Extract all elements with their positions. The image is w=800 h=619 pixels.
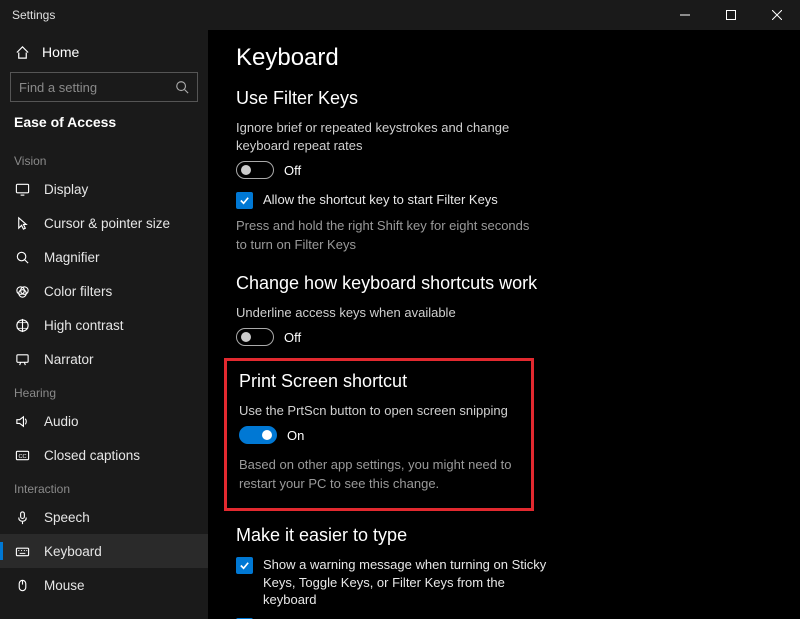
- underline-access-keys-toggle[interactable]: [236, 328, 274, 346]
- prtscn-toggle[interactable]: [239, 426, 277, 444]
- cursor-icon: [14, 215, 30, 231]
- sidebar-group-label: Hearing: [0, 376, 208, 404]
- contrast-icon: [14, 317, 30, 333]
- filter-keys-desc: Ignore brief or repeated keystrokes and …: [236, 119, 536, 155]
- sidebar-item-mouse[interactable]: Mouse: [0, 568, 208, 602]
- home-icon: [14, 44, 30, 60]
- sidebar-item-label: Keyboard: [44, 544, 102, 559]
- page-title: Keyboard: [236, 38, 782, 82]
- colorfilter-icon: [14, 283, 30, 299]
- sidebar-item-label: Display: [44, 182, 88, 197]
- prtscn-toggle-label: On: [287, 428, 304, 443]
- sidebar-item-audio[interactable]: Audio: [0, 404, 208, 438]
- shortcuts-heading: Change how keyboard shortcuts work: [236, 273, 782, 294]
- svg-text:CC: CC: [18, 453, 26, 459]
- sidebar-group-label: Interaction: [0, 472, 208, 500]
- display-icon: [14, 181, 30, 197]
- sidebar-item-closed-captions[interactable]: CC Closed captions: [0, 438, 208, 472]
- search-icon: [175, 80, 189, 94]
- search-input[interactable]: [10, 72, 198, 102]
- sidebar-item-label: Cursor & pointer size: [44, 216, 170, 231]
- filter-keys-shortcut-label: Allow the shortcut key to start Filter K…: [263, 191, 498, 209]
- close-button[interactable]: [754, 0, 800, 30]
- prtscn-heading: Print Screen shortcut: [239, 371, 519, 392]
- titlebar: Settings: [0, 0, 800, 30]
- filter-keys-shortcut-checkbox[interactable]: [236, 192, 253, 209]
- filter-keys-toggle-label: Off: [284, 163, 301, 178]
- sidebar-group-label: Vision: [0, 144, 208, 172]
- sidebar-item-label: Mouse: [44, 578, 85, 593]
- keyboard-icon: [14, 543, 30, 559]
- cc-icon: CC: [14, 447, 30, 463]
- sidebar-item-label: Speech: [44, 510, 90, 525]
- sidebar-item-magnifier[interactable]: Magnifier: [0, 240, 208, 274]
- minimize-button[interactable]: [662, 0, 708, 30]
- sidebar: Home Ease of Access Vision Display Cursor …: [0, 30, 208, 619]
- content: Keyboard Use Filter Keys Ignore brief or…: [208, 30, 800, 619]
- filter-keys-heading: Use Filter Keys: [236, 88, 782, 109]
- filter-keys-toggle[interactable]: [236, 161, 274, 179]
- sidebar-item-keyboard[interactable]: Keyboard: [0, 534, 208, 568]
- easier-check1-label: Show a warning message when turning on S…: [263, 556, 556, 609]
- sidebar-item-label: Color filters: [44, 284, 112, 299]
- shortcuts-desc: Underline access keys when available: [236, 304, 536, 322]
- sidebar-item-label: Audio: [44, 414, 79, 429]
- magnifier-icon: [14, 249, 30, 265]
- speech-icon: [14, 509, 30, 525]
- sidebar-item-high-contrast[interactable]: High contrast: [0, 308, 208, 342]
- narrator-icon: [14, 351, 30, 367]
- mouse-icon: [14, 577, 30, 593]
- sidebar-item-narrator[interactable]: Narrator: [0, 342, 208, 376]
- easier-check1[interactable]: [236, 557, 253, 574]
- prtscn-hint: Based on other app settings, you might n…: [239, 456, 519, 494]
- easier-heading: Make it easier to type: [236, 525, 782, 546]
- underline-access-keys-toggle-label: Off: [284, 330, 301, 345]
- filter-keys-hint: Press and hold the right Shift key for e…: [236, 217, 536, 255]
- sidebar-item-display[interactable]: Display: [0, 172, 208, 206]
- sidebar-item-label: Closed captions: [44, 448, 140, 463]
- prtscn-highlight: Print Screen shortcut Use the PrtScn but…: [224, 358, 534, 511]
- sidebar-item-label: Narrator: [44, 352, 94, 367]
- window-title: Settings: [12, 8, 55, 22]
- sidebar-section-title: Ease of Access: [0, 110, 208, 144]
- sidebar-item-color-filters[interactable]: Color filters: [0, 274, 208, 308]
- maximize-button[interactable]: [708, 0, 754, 30]
- sidebar-item-cursor-pointer-size[interactable]: Cursor & pointer size: [0, 206, 208, 240]
- sidebar-item-label: High contrast: [44, 318, 124, 333]
- sidebar-item-speech[interactable]: Speech: [0, 500, 208, 534]
- sidebar-item-label: Magnifier: [44, 250, 100, 265]
- sidebar-home[interactable]: Home: [0, 36, 208, 68]
- sidebar-home-label: Home: [42, 44, 79, 60]
- prtscn-desc: Use the PrtScn button to open screen sni…: [239, 402, 519, 420]
- audio-icon: [14, 413, 30, 429]
